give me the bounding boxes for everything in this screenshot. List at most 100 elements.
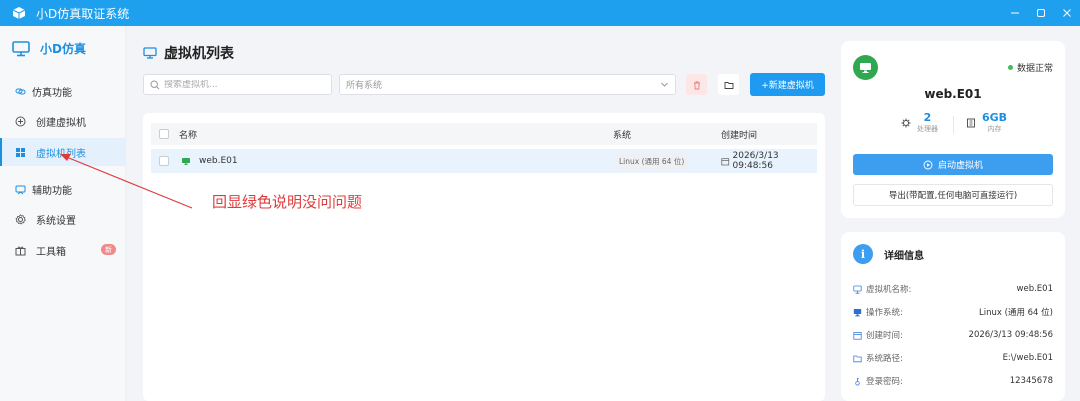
memory-label: 内存: [987, 125, 1002, 133]
grid-icon: [14, 146, 26, 158]
sidebar-item-settings[interactable]: 系统设置: [0, 205, 126, 233]
monitor-logo-icon: [12, 40, 30, 56]
table-header: 名称 系统 创建时间: [151, 123, 817, 145]
detail-row-vm-name: 虚拟机名称: web.E01: [853, 282, 1053, 296]
sidebar-item-label: 系统设置: [36, 215, 76, 227]
sidebar-item-label: 创建虚拟机: [36, 117, 86, 129]
detail-key: 创建时间:: [866, 331, 903, 341]
status-text: 数据正常: [1016, 64, 1053, 74]
system-filter-value: 所有系统: [346, 81, 383, 91]
created-cell: 2026/3/13 09:48:56: [721, 149, 817, 173]
vm-status-icon: [181, 149, 191, 173]
vm-name: web.E01: [924, 87, 982, 101]
window-controls: [1002, 0, 1080, 26]
created-value: 2026/3/13 09:48:56: [732, 151, 779, 171]
play-circle-icon: [923, 160, 933, 169]
minimize-button[interactable]: [1002, 0, 1028, 26]
detail-row-password: 登录密码: 12345678: [853, 374, 1053, 388]
sidebar: 小D仿真 仿真功能 创建虚拟机 虚拟机列表 辅助功能 系统设置 工具箱 新: [0, 26, 126, 401]
page-title: 虚拟机列表: [143, 43, 234, 63]
vm-name-cell: web.E01: [199, 156, 238, 166]
detail-row-created: 创建时间: 2026/3/13 09:48:56: [853, 328, 1053, 342]
brand-name: 小D仿真: [40, 42, 86, 56]
detail-value: 12345678: [1009, 376, 1053, 386]
memory-spec: 6GB 内存: [966, 112, 1007, 134]
title-bar: 小D仿真取证系统: [0, 0, 1080, 26]
detail-value: 2026/3/13 09:48:56: [968, 330, 1053, 340]
vm-avatar: [853, 55, 878, 80]
sidebar-item-label: 虚拟机列表: [36, 148, 86, 160]
plus-circle-icon: [14, 115, 26, 127]
new-badge: 新: [101, 244, 116, 255]
search-input[interactable]: [164, 79, 324, 90]
nav-group-label: 辅助功能: [32, 185, 72, 197]
status-dot: [1007, 65, 1013, 70]
detail-row-path: 系统路径: E:\/web.E01: [853, 351, 1053, 365]
monitor-icon: [143, 47, 157, 59]
open-folder-button[interactable]: [718, 74, 739, 95]
detail-info-card: i 详细信息 虚拟机名称: web.E01 操作系统: Linux (通用 64…: [841, 232, 1065, 401]
sidebar-item-vm-list[interactable]: 虚拟机列表: [0, 138, 126, 166]
start-vm-button[interactable]: 启动虚拟机: [853, 154, 1053, 175]
detail-key: 系统路径:: [866, 354, 903, 364]
tool-icon: [14, 183, 26, 195]
column-system: 系统: [613, 130, 632, 141]
folder-icon: [853, 355, 862, 362]
os-cell: Linux (通用 64 位): [615, 149, 689, 173]
sidebar-item-toolbox[interactable]: 工具箱 新: [0, 236, 126, 264]
select-all-checkbox[interactable]: [159, 129, 169, 139]
cube-logo-icon: [12, 7, 26, 19]
calendar-icon: [853, 331, 862, 340]
vm-summary-card: 数据正常 web.E01 2 处理器 6GB 内存 启动虚拟机 导出(带配置,任…: [841, 41, 1065, 218]
close-icon: [1063, 9, 1071, 17]
os-tag: Linux (通用 64 位): [615, 153, 689, 169]
system-filter-select[interactable]: 所有系统: [339, 74, 676, 95]
table-row[interactable]: web.E01 Linux (通用 64 位) 2026/3/13 09:48:…: [151, 149, 817, 173]
detail-key: 操作系统:: [866, 308, 903, 318]
detail-row-os: 操作系统: Linux (通用 64 位): [853, 305, 1053, 319]
page-title-text: 虚拟机列表: [164, 46, 234, 62]
gift-icon: [14, 244, 26, 256]
nav-group-simulation: 仿真功能: [0, 77, 126, 105]
sidebar-item-label: 工具箱: [36, 246, 66, 258]
sidebar-item-create-vm[interactable]: 创建虚拟机: [0, 107, 126, 135]
search-box[interactable]: [143, 74, 332, 95]
chevron-down-icon: [661, 82, 668, 87]
detail-key: 虚拟机名称:: [866, 285, 912, 295]
cpu-value: 2: [923, 111, 932, 124]
folder-icon: [724, 81, 733, 89]
vm-table-card: 名称 系统 创建时间 web.E01 Linux (通用 64 位) 2026/…: [143, 113, 825, 401]
annotation-text: 回显绿色说明没问问题: [212, 193, 363, 211]
info-icon: i: [853, 244, 873, 264]
nav-group-label: 仿真功能: [32, 87, 72, 99]
column-created: 创建时间: [721, 130, 758, 141]
detail-value: web.E01: [1016, 284, 1053, 294]
link-icon: [14, 85, 26, 97]
monitor-icon: [853, 285, 862, 294]
desktop-icon: [853, 308, 862, 316]
status-badge: 数据正常: [1007, 61, 1053, 74]
trash-icon: [693, 80, 700, 89]
row-checkbox[interactable]: [159, 156, 169, 166]
maximize-icon: [1037, 9, 1045, 17]
export-button[interactable]: 导出(带配置,任何电脑可直接运行): [853, 184, 1053, 206]
detail-header: i 详细信息: [853, 244, 924, 264]
brand: 小D仿真: [12, 40, 86, 57]
cpu-spec: 2 处理器: [901, 112, 938, 134]
detail-title: 详细信息: [884, 250, 924, 262]
cpu-label: 处理器: [917, 125, 938, 133]
column-name: 名称: [179, 130, 198, 141]
search-icon: [150, 79, 160, 89]
minimize-icon: [1011, 12, 1019, 14]
cpu-icon: [901, 118, 911, 128]
maximize-button[interactable]: [1028, 0, 1054, 26]
delete-button[interactable]: [686, 74, 707, 95]
app-title: 小D仿真取证系统: [36, 6, 130, 21]
new-vm-button[interactable]: +新建虚拟机: [750, 73, 825, 96]
monitor-icon: [860, 62, 871, 73]
nav-group-auxiliary: 辅助功能: [0, 175, 126, 203]
detail-value: E:\/web.E01: [1002, 353, 1053, 363]
detail-value: Linux (通用 64 位): [979, 308, 1053, 318]
memory-icon: [967, 118, 975, 128]
close-button[interactable]: [1054, 0, 1080, 26]
